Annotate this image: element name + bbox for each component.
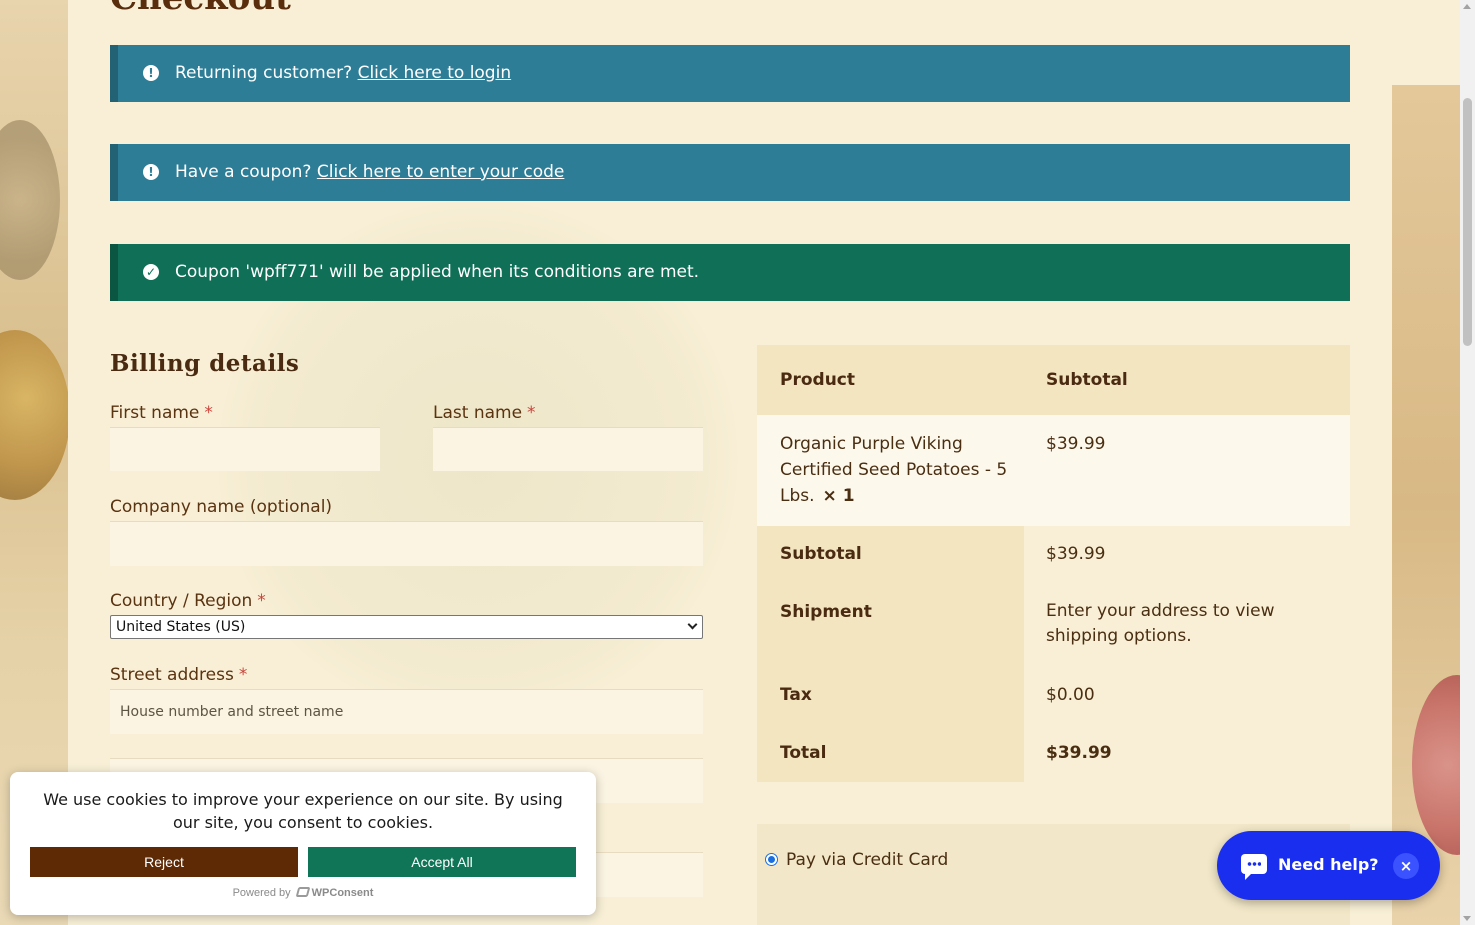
shipment-value: Enter your address to view shipping opti… [1046,601,1275,646]
first-name-label: First name * [110,403,213,423]
subtotal-column-header: Subtotal [1046,370,1128,390]
tax-value: $0.00 [1046,685,1095,705]
powered-by: Powered by WPConsent [10,887,596,899]
page-title: Checkout [110,0,291,18]
chevron-down-icon [687,619,698,630]
background-right-decoration [1392,85,1475,925]
exclamation-circle-icon: ! [143,164,159,180]
last-name-label: Last name * [433,403,536,423]
returning-customer-notice: ! Returning customer? Click here to logi… [110,45,1350,102]
subtotal-value: $39.99 [1046,544,1106,564]
last-name-label-text: Last name [433,403,523,423]
product-quantity: × 1 [822,486,855,506]
notice-coupon-text: Have a coupon? [175,162,312,182]
coupon-notice: ! Have a coupon? Click here to enter you… [110,144,1350,201]
exclamation-circle-icon: ! [143,65,159,81]
chat-bubble-icon [1241,854,1267,880]
background-top-right [1392,0,1460,85]
country-region-select[interactable]: United States (US) [110,615,703,639]
cookie-message: We use cookies to improve your experienc… [43,790,563,832]
tax-label: Tax [780,685,812,705]
product-column-header: Product [780,370,855,390]
background-fruit [0,330,70,500]
company-name-label-text: Company name (optional) [110,497,333,517]
scroll-down-arrow-icon[interactable] [1463,916,1471,921]
first-name-label-text: First name [110,403,200,423]
first-name-input[interactable] [110,427,380,471]
street-address-input[interactable] [110,689,703,734]
street-address-label: Street address * [110,665,247,685]
scroll-up-arrow-icon[interactable] [1463,4,1471,9]
last-name-input[interactable] [433,427,703,471]
accept-all-cookies-button[interactable]: Accept All [308,847,576,877]
wpconsent-logo-icon [295,887,311,897]
credit-card-radio[interactable] [765,853,778,866]
need-help-chat-widget[interactable]: Need help? × [1217,831,1440,900]
powered-by-text: Powered by [232,887,291,899]
coupon-applied-notice: ✓ Coupon 'wpff771' will be applied when … [110,244,1350,301]
required-mark: * [238,665,248,685]
reject-cookies-button[interactable]: Reject [30,847,298,877]
required-mark: * [527,403,536,423]
wpconsent-brand[interactable]: WPConsent [312,887,374,899]
notice-applied-text: Coupon 'wpff771' will be applied when it… [175,262,700,282]
order-item-price: $39.99 [1046,434,1106,454]
required-mark: * [257,591,266,611]
country-region-label-text: Country / Region [110,591,253,611]
login-link[interactable]: Click here to login [358,63,512,83]
subtotal-label: Subtotal [780,544,862,564]
notice-text: Have a coupon? Click here to enter your … [175,162,564,182]
check-circle-icon: ✓ [143,264,159,280]
notice-login-text: Returning customer? [175,63,353,83]
need-help-label: Need help? [1278,855,1379,874]
notice-text: Returning customer? Click here to login [175,63,511,83]
product-name: Organic Purple Viking Certified Seed Pot… [780,434,1008,506]
company-name-input[interactable] [110,521,703,566]
order-item-name: Organic Purple Viking Certified Seed Pot… [780,431,1020,509]
billing-details-title: Billing details [110,350,300,377]
credit-card-label[interactable]: Pay via Credit Card [786,850,948,870]
required-mark: * [204,403,213,423]
cookie-consent-banner: We use cookies to improve your experienc… [10,772,596,915]
scroll-thumb[interactable] [1463,98,1472,346]
company-name-label: Company name (optional) [110,497,332,517]
page-scrollbar[interactable] [1460,0,1475,925]
background-leaf [0,120,60,280]
street-address-label-text: Street address [110,665,234,685]
total-label: Total [780,743,827,763]
close-icon[interactable]: × [1393,853,1419,879]
shipment-label: Shipment [780,602,872,622]
country-region-label: Country / Region * [110,591,266,611]
total-value: $39.99 [1046,743,1112,763]
country-selected-value: United States (US) [116,619,246,635]
enter-coupon-link[interactable]: Click here to enter your code [317,162,564,182]
